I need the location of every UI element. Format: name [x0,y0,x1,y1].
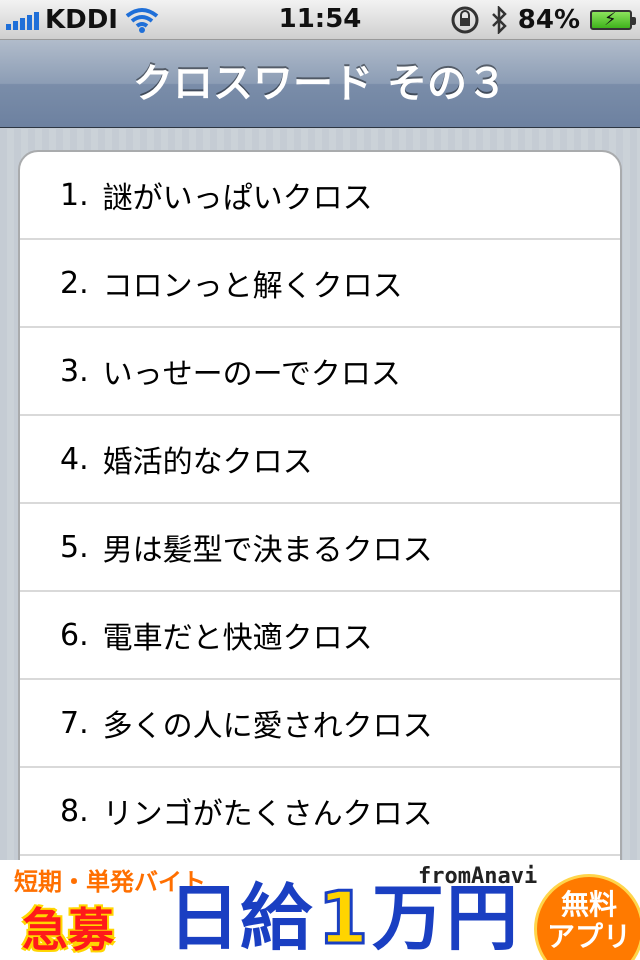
list-item[interactable]: 6. 電車だと快適クロス [20,592,620,680]
item-number: 3. [60,353,89,389]
list-item[interactable]: 2. コロンっと解くクロス [20,240,620,328]
status-right: 84% ⚡ [450,4,636,36]
ad-char: 給 [240,876,313,960]
item-number: 5. [60,529,89,565]
ad-char: 円 [446,876,519,960]
ad-free-app-badge: 無料 アプリ [534,874,640,960]
battery-icon: ⚡ [590,9,636,30]
badge-line: 無料 [560,888,617,921]
list-item[interactable]: 1. 謎がいっぱいクロス [20,152,620,240]
item-number: 6. [60,617,89,653]
item-number: 1. [60,177,89,213]
battery-percent: 84% [517,5,580,35]
page-title: クロスワード その３ [133,61,507,107]
item-label: 男は髪型で決まるクロス [102,533,433,568]
item-label: いっせーのーでクロス [102,357,401,392]
rotation-lock-icon [451,6,479,34]
item-label: リンゴがたくさんクロス [102,797,433,832]
ad-char: 日 [168,876,241,960]
item-number: 2. [60,265,89,301]
item-label: コロンっと解くクロス [102,269,403,304]
item-label: 婚活的なクロス [102,445,313,480]
content-area: 1. 謎がいっぱいクロス 2. コロンっと解くクロス 3. いっせーのーでクロス 4.… [0,129,640,860]
ad-banner[interactable]: 短期・単発バイト 急募 fromAnavi 日 給 1 万 円 無料 アプリ [0,860,640,960]
badge-line: アプリ [546,920,631,953]
item-label: 電車だと快適クロス [102,621,373,656]
item-number: 7. [60,705,89,741]
list-item[interactable]: 7. 多くの人に愛されクロス [20,680,620,768]
item-label: 謎がいっぱいクロス [102,181,373,216]
item-number: 8. [60,793,89,829]
ad-char: 万 [372,876,445,960]
item-number: 4. [60,441,89,477]
ad-urgent: 急募 [22,903,114,957]
navigation-bar: クロスワード その３ [0,40,640,128]
list-item[interactable]: 3. いっせーのーでクロス [20,328,620,416]
bluetooth-icon [491,6,507,34]
list-item[interactable]: 8. リンゴがたくさんクロス [20,768,620,856]
list-item[interactable]: 5. 男は髪型で決まるクロス [20,504,620,592]
list-item[interactable]: 4. 婚活的なクロス [20,416,620,504]
item-label: 多くの人に愛されクロス [102,709,433,744]
status-bar: KDDI 11:54 84% ⚡ [0,0,640,40]
ad-char: 1 [316,876,369,960]
puzzle-list: 1. 謎がいっぱいクロス 2. コロンっと解くクロス 3. いっせーのーでクロス 4.… [18,150,622,860]
